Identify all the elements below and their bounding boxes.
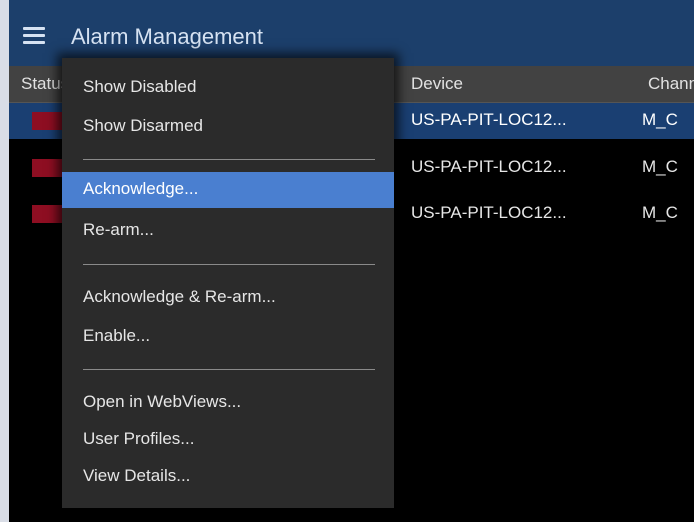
menu-item-open-in-webviews[interactable]: Open in WebViews...	[62, 385, 394, 421]
alarm-status-indicator	[32, 205, 62, 223]
channel-cell: M_C	[642, 203, 678, 222]
channel-cell: M_C	[642, 157, 678, 176]
menu-item-enable[interactable]: Enable...	[62, 319, 394, 355]
column-header-device[interactable]: Device	[411, 74, 463, 94]
alarm-status-indicator	[32, 159, 62, 177]
menu-divider	[83, 159, 375, 160]
column-header-channel[interactable]: Channel	[648, 74, 694, 94]
title-bar: Alarm Management	[9, 0, 694, 66]
hamburger-icon[interactable]	[23, 27, 45, 45]
menu-item-view-details[interactable]: View Details...	[62, 459, 394, 495]
menu-item-rearm[interactable]: Re-arm...	[62, 213, 394, 249]
menu-item-acknowledge-and-rearm[interactable]: Acknowledge & Re-arm...	[62, 280, 394, 316]
menu-item-acknowledge[interactable]: Acknowledge...	[62, 172, 394, 208]
device-cell: US-PA-PIT-LOC12...	[411, 203, 567, 222]
menu-item-user-profiles[interactable]: User Profiles...	[62, 422, 394, 458]
menu-item-show-disarmed[interactable]: Show Disarmed	[62, 109, 394, 145]
channel-cell: M_C	[642, 110, 678, 129]
app-title: Alarm Management	[71, 24, 263, 49]
background-window-edge	[0, 0, 9, 522]
device-cell: US-PA-PIT-LOC12...	[411, 110, 567, 129]
device-cell: US-PA-PIT-LOC12...	[411, 157, 567, 176]
alarm-status-indicator	[32, 112, 62, 130]
menu-divider	[83, 369, 375, 370]
menu-divider	[83, 264, 375, 265]
menu-item-show-disabled[interactable]: Show Disabled	[62, 70, 394, 106]
context-menu: Show Disabled Show Disarmed Acknowledge.…	[62, 58, 394, 508]
